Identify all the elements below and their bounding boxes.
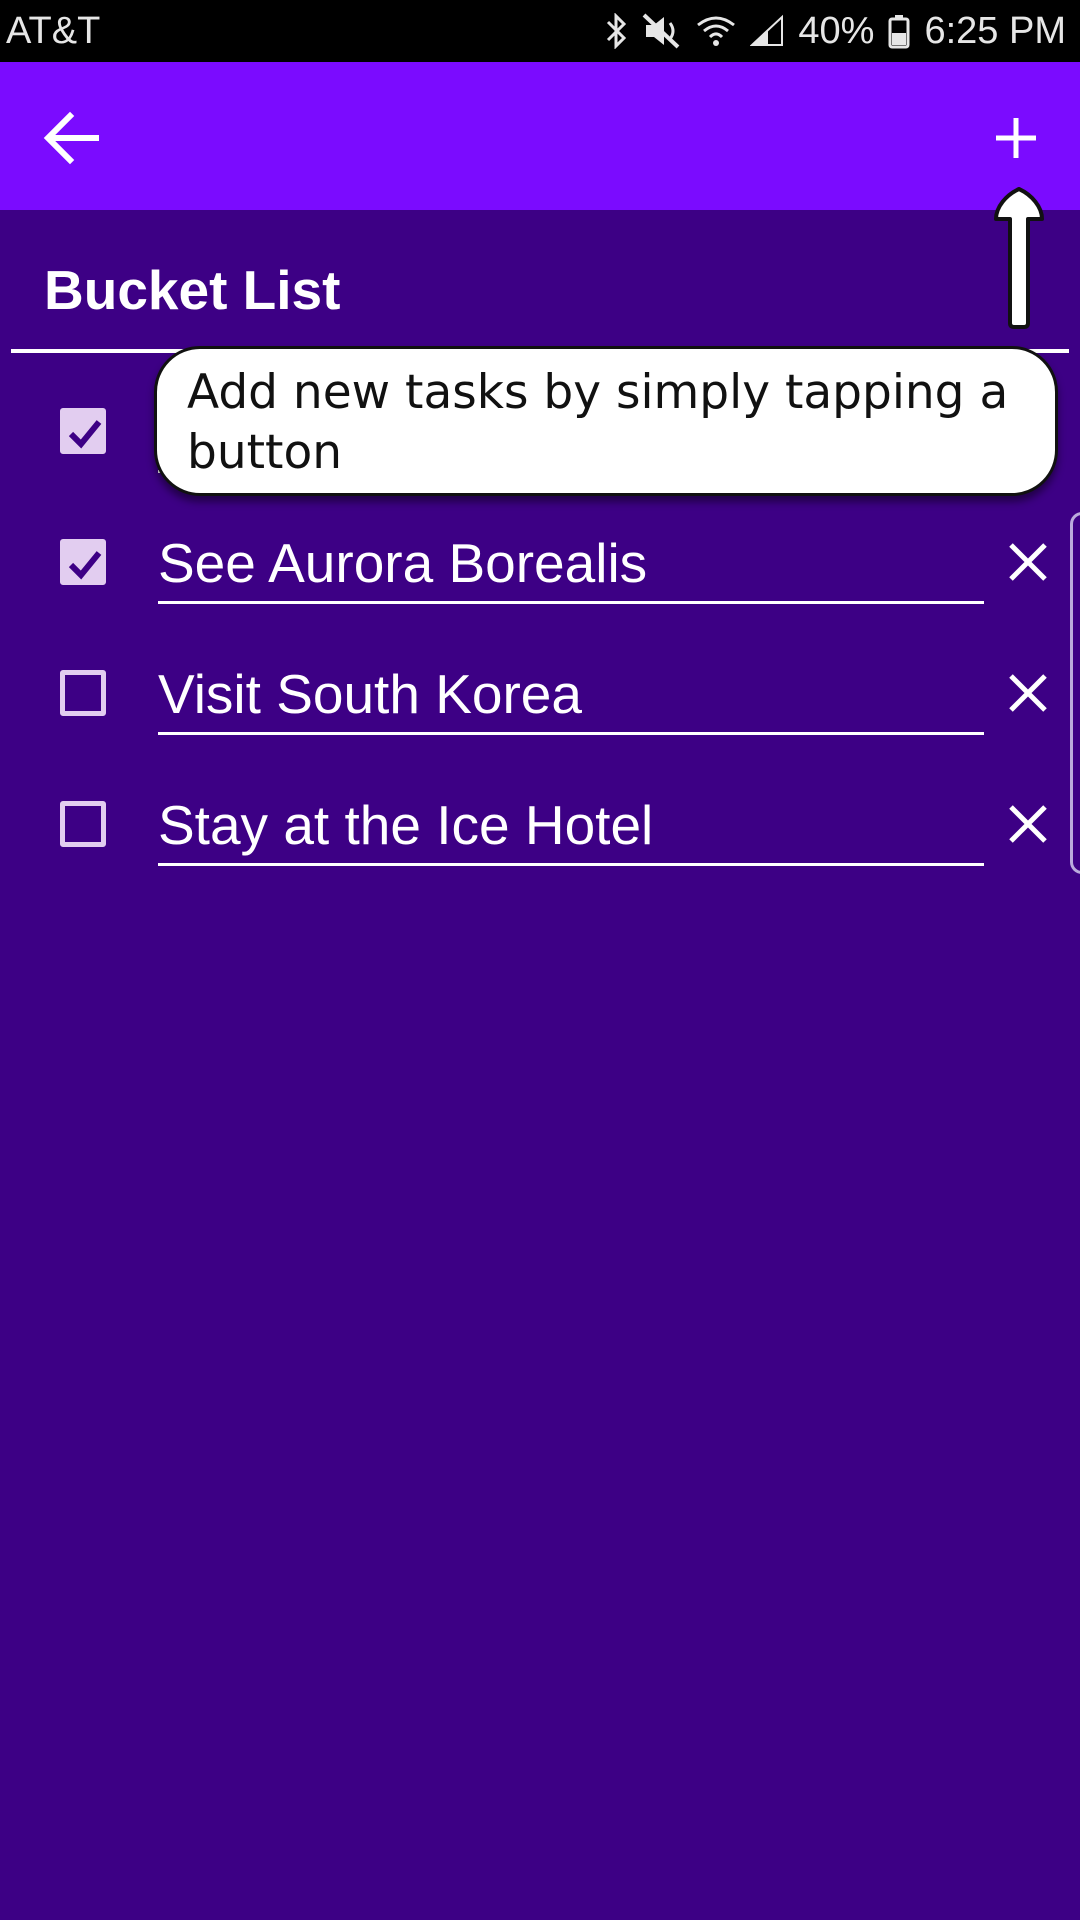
checkmark-icon — [68, 551, 102, 580]
wifi-icon — [697, 16, 736, 46]
app-toolbar — [0, 62, 1080, 210]
mute-icon — [643, 13, 680, 49]
close-icon — [1009, 805, 1047, 843]
scroll-handle[interactable] — [1070, 512, 1080, 874]
status-bar: AT&T 40% 6:25 PM — [0, 0, 1080, 62]
delete-task-button[interactable] — [1005, 539, 1051, 585]
delete-task-button[interactable] — [1005, 670, 1051, 716]
arrow-up-icon — [994, 187, 1044, 329]
close-icon — [1009, 674, 1047, 712]
tutorial-tooltip: Add new tasks by simply tapping a button — [154, 346, 1058, 496]
task-text-field[interactable] — [158, 787, 984, 866]
list-title[interactable]: Bucket List — [44, 258, 340, 322]
delete-task-button[interactable] — [1005, 801, 1051, 847]
arrow-left-icon — [43, 111, 99, 165]
task-text-field[interactable] — [158, 525, 984, 604]
close-icon — [1009, 543, 1047, 581]
task-checkbox[interactable] — [60, 801, 106, 847]
task-row — [0, 634, 1080, 765]
task-row — [0, 503, 1080, 634]
task-text-field[interactable] — [158, 656, 984, 735]
status-icons: 40% 6:25 PM — [604, 0, 1066, 62]
task-row — [0, 765, 1080, 896]
tooltip-text: Add new tasks by simply tapping a button — [187, 365, 1009, 480]
signal-icon — [750, 14, 784, 46]
task-checkbox[interactable] — [60, 408, 106, 454]
plus-icon — [996, 118, 1036, 158]
task-checkbox[interactable] — [60, 539, 106, 585]
task-checkbox[interactable] — [60, 670, 106, 716]
clock: 6:25 PM — [924, 10, 1066, 52]
back-button[interactable] — [42, 108, 102, 168]
battery-icon — [888, 15, 910, 49]
checkmark-icon — [68, 420, 102, 449]
battery-percent: 40% — [798, 10, 875, 52]
carrier-label: AT&T — [6, 10, 101, 52]
add-task-button[interactable] — [984, 106, 1048, 170]
bluetooth-icon — [607, 13, 627, 49]
